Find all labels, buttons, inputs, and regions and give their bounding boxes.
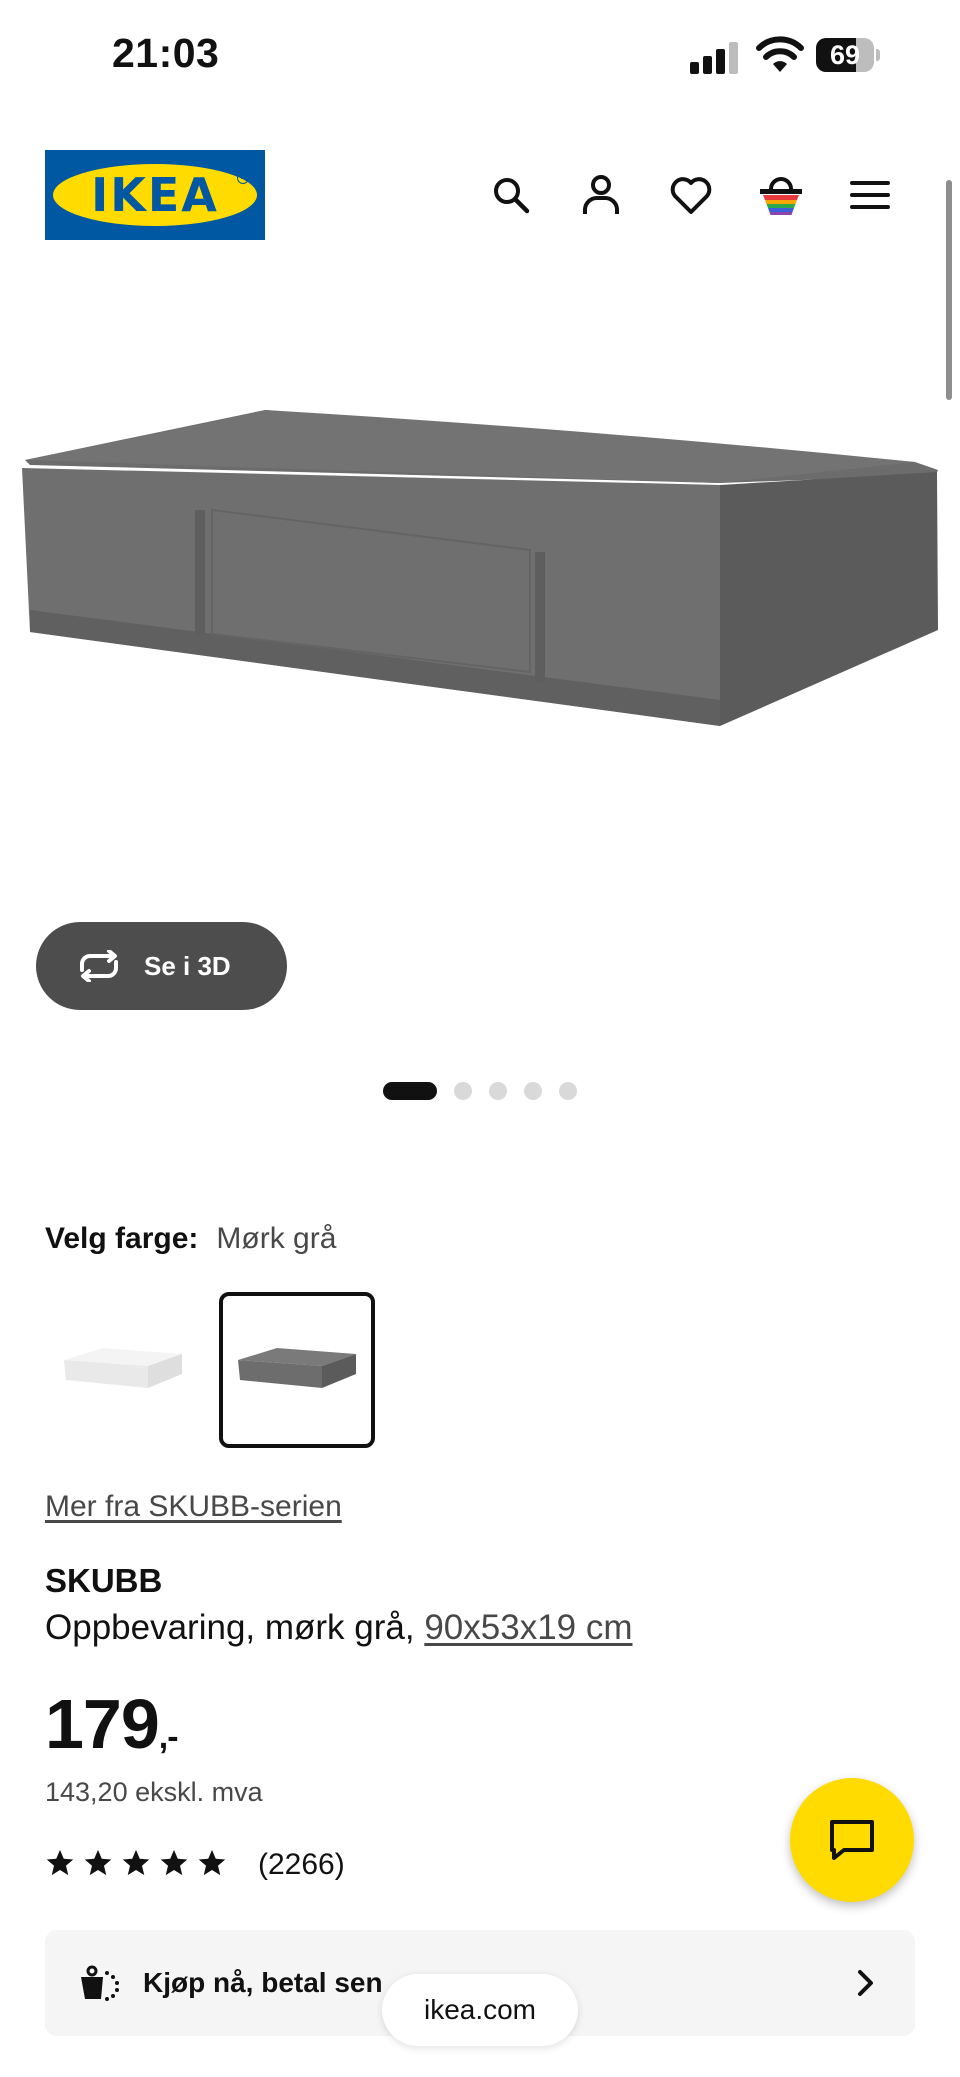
product-price: 179,- bbox=[45, 1684, 179, 1764]
color-swatch-white[interactable] bbox=[45, 1292, 201, 1448]
product-dimensions-link[interactable]: 90x53x19 cm bbox=[424, 1608, 632, 1647]
pagination-dot[interactable] bbox=[489, 1082, 507, 1100]
star-icon bbox=[159, 1848, 189, 1878]
pagination-dot[interactable] bbox=[383, 1082, 437, 1100]
product-description: Oppbevaring, mørk grå, 90x53x19 cm bbox=[45, 1608, 633, 1648]
rotate-3d-icon bbox=[76, 950, 122, 982]
pagination-dot[interactable] bbox=[454, 1082, 472, 1100]
color-selector-label: Velg farge: Mørk grå bbox=[45, 1222, 336, 1256]
price-ex-vat: 143,20 ekskl. mva bbox=[45, 1777, 263, 1807]
price-integer: 179 bbox=[45, 1685, 160, 1763]
view-3d-label: Se i 3D bbox=[144, 950, 231, 981]
piggy-bank-icon bbox=[77, 1963, 123, 2003]
browser-url-pill[interactable]: ikea.com bbox=[382, 1974, 578, 2046]
menu-icon[interactable] bbox=[843, 168, 897, 222]
product-desc-text: Oppbevaring, mørk grå, bbox=[45, 1608, 415, 1647]
star-icon bbox=[197, 1848, 227, 1878]
star-icon bbox=[45, 1848, 75, 1878]
product-name: SKUBB bbox=[45, 1562, 163, 1599]
view-3d-button[interactable]: Se i 3D bbox=[36, 922, 287, 1010]
star-icon bbox=[121, 1848, 151, 1878]
ikea-logo[interactable]: IKEA R bbox=[45, 150, 265, 240]
rating-stars[interactable] bbox=[45, 1848, 227, 1878]
series-link[interactable]: Mer fra SKUBB-serien bbox=[45, 1490, 342, 1524]
gallery-pagination bbox=[0, 1082, 960, 1100]
pagination-dot[interactable] bbox=[559, 1082, 577, 1100]
color-swatch-dark-grey[interactable] bbox=[219, 1292, 375, 1448]
price-suffix: ,- bbox=[158, 1718, 179, 1756]
battery-icon: 69 bbox=[816, 38, 880, 72]
chat-button[interactable] bbox=[790, 1778, 914, 1902]
battery-percent: 69 bbox=[829, 40, 861, 70]
basket-icon[interactable] bbox=[754, 168, 808, 222]
pay-later-label: Kjøp nå, betal sen bbox=[143, 1967, 383, 1998]
product-image[interactable] bbox=[0, 260, 960, 910]
chat-icon bbox=[828, 1818, 876, 1862]
account-icon[interactable] bbox=[574, 168, 628, 222]
color-label-key: Velg farge: bbox=[45, 1222, 199, 1255]
logo-text: IKEA bbox=[91, 168, 219, 222]
chevron-right-icon bbox=[857, 1969, 875, 1997]
status-time: 21:03 bbox=[112, 30, 220, 76]
rating-count[interactable]: (2266) bbox=[258, 1848, 345, 1882]
wifi-icon bbox=[756, 36, 804, 74]
cellular-signal-icon bbox=[690, 42, 740, 74]
search-icon[interactable] bbox=[484, 168, 538, 222]
pagination-dot[interactable] bbox=[524, 1082, 542, 1100]
star-icon bbox=[83, 1848, 113, 1878]
heart-icon[interactable] bbox=[664, 168, 718, 222]
color-selected-value: Mørk grå bbox=[216, 1222, 337, 1255]
